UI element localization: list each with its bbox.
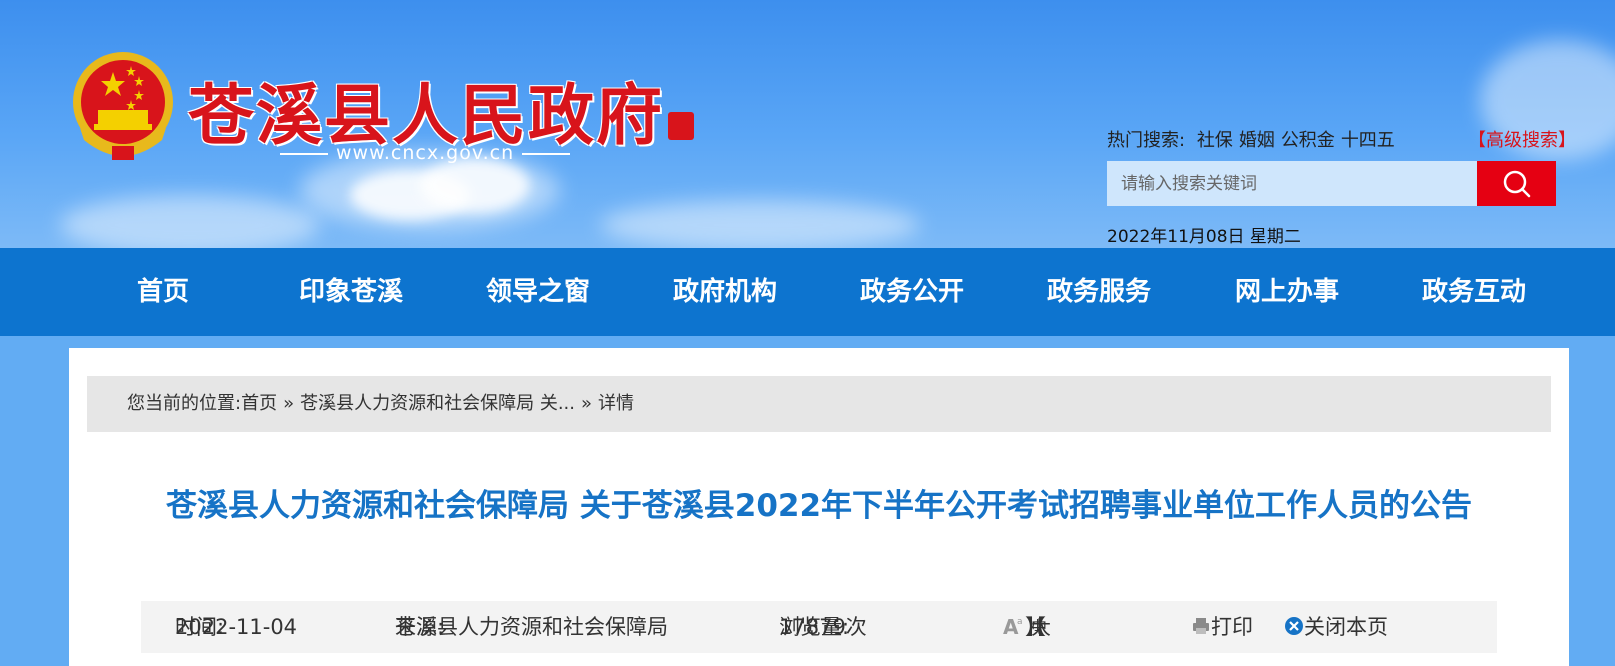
hot-keyword-link[interactable]: 婚姻 xyxy=(1239,130,1275,151)
nav-item-gov-services[interactable]: 政务服务 xyxy=(1019,248,1179,336)
breadcrumb-current: 详情 xyxy=(598,393,634,414)
font-size-switcher: A a 【 大 中 小】 xyxy=(1003,601,1051,653)
nav-item-interaction[interactable]: 政务互动 xyxy=(1394,248,1554,336)
article-title: 苍溪县人力资源和社会保障局 关于苍溪县2022年下半年公开考试招聘事业单位工作人… xyxy=(165,488,1473,524)
hot-keyword-link[interactable]: 公积金 xyxy=(1281,130,1335,151)
nav-item-impression[interactable]: 印象苍溪 xyxy=(271,248,431,336)
nav-item-gov-agencies[interactable]: 政府机构 xyxy=(645,248,805,336)
close-icon xyxy=(1285,617,1303,635)
nav-item-gov-affairs-open[interactable]: 政务公开 xyxy=(832,248,992,336)
nav-item-leaders[interactable]: 领导之窗 xyxy=(458,248,618,336)
font-size-icon: A a xyxy=(1003,615,1023,639)
cloud-decoration xyxy=(600,200,920,248)
hot-keyword-link[interactable]: 十四五 xyxy=(1341,130,1395,151)
nav-item-online-services[interactable]: 网上办事 xyxy=(1207,248,1367,336)
current-date: 2022年11月08日 星期二 xyxy=(1107,227,1301,247)
national-emblem-icon xyxy=(73,52,173,160)
breadcrumb-home-link[interactable]: 首页 xyxy=(241,393,277,414)
breadcrumb-label: 您当前的位置: xyxy=(127,393,242,414)
hot-keyword-link[interactable]: 社保 xyxy=(1197,130,1233,151)
content-panel: 您当前的位置:首页 » 苍溪县人力资源和社会保障局 关...» 详情 苍溪县人力资源和… xyxy=(69,348,1569,666)
printer-icon xyxy=(1193,618,1209,634)
svg-text:a: a xyxy=(1017,617,1023,627)
view-count-value: 17879次 xyxy=(779,615,867,639)
search-icon xyxy=(1503,170,1531,198)
hot-search-label: 热门搜索: xyxy=(1107,130,1186,151)
cloud-decoration xyxy=(420,158,530,213)
article-meta-bar: 时间: 2022-11-04 来源: 苍溪县人力资源和社会保障局 浏览量: 17879… xyxy=(141,601,1497,653)
site-url-text: www.cncx.gov.cn xyxy=(336,142,515,164)
site-header: 苍溪县人民政府 www.cncx.gov.cn 热门搜索: 社保 婚姻 公积金 十四五… xyxy=(0,0,1615,248)
cloud-decoration xyxy=(60,195,320,248)
source-value: 苍溪县人力资源和社会保障局 xyxy=(395,615,668,639)
search-input[interactable] xyxy=(1107,161,1477,206)
print-button[interactable]: 打印 xyxy=(1191,601,1253,653)
main-nav: 首页 印象苍溪 领导之窗 政府机构 政务公开 政务服务 网上办事 政务互动 xyxy=(0,248,1615,336)
site-url: www.cncx.gov.cn xyxy=(272,142,578,164)
site-seal-icon xyxy=(668,112,694,140)
close-page-label: 关闭本页 xyxy=(1304,615,1388,639)
close-page-button[interactable]: 关闭本页 xyxy=(1284,601,1388,653)
search-button[interactable] xyxy=(1477,161,1556,206)
bracket-close: 】 xyxy=(1025,615,1046,639)
breadcrumb-separator: » xyxy=(283,393,295,414)
advanced-search-link[interactable]: 【高级搜索】 xyxy=(1468,126,1576,152)
divider xyxy=(280,152,328,155)
breadcrumb-category-link[interactable]: 苍溪县人力资源和社会保障局 关... xyxy=(300,393,575,414)
nav-item-home[interactable]: 首页 xyxy=(83,248,243,336)
divider xyxy=(522,152,571,155)
breadcrumb-separator: » xyxy=(580,393,592,414)
print-label: 打印 xyxy=(1211,615,1253,639)
hot-search: 热门搜索: 社保 婚姻 公积金 十四五 xyxy=(1107,126,1395,152)
publish-time-value: 2022-11-04 xyxy=(175,615,298,639)
breadcrumb: 您当前的位置:首页 » 苍溪县人力资源和社会保障局 关...» 详情 xyxy=(87,376,1551,432)
